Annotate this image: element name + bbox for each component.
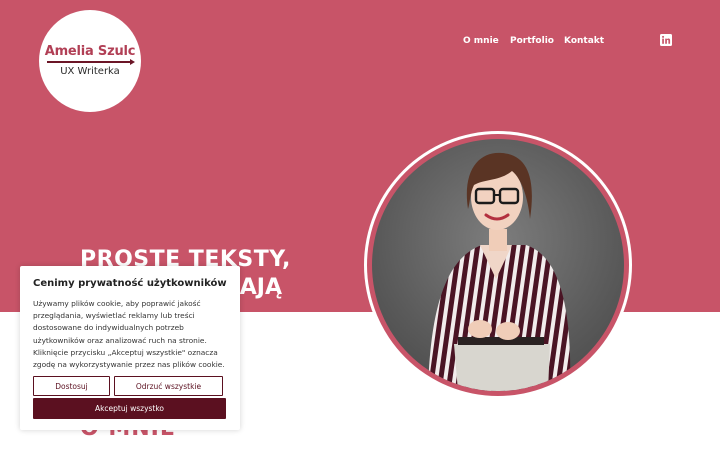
- cookie-banner-title: Cenimy prywatność użytkowników: [33, 278, 227, 289]
- cookie-consent-banner: Cenimy prywatność użytkowników Używamy p…: [20, 266, 240, 430]
- site-logo[interactable]: Amelia Szulc UX Writerka: [39, 10, 141, 112]
- logo-underline: [47, 58, 135, 65]
- cookie-text-line: dostosowane do indywidualnych potrzeb: [33, 323, 184, 333]
- reject-all-cookies-button[interactable]: Odrzuć wszystkie: [114, 376, 223, 396]
- person-portrait-illustration: [428, 152, 571, 391]
- cookie-banner-text: Używamy plików cookie, aby poprawić jako…: [33, 298, 227, 371]
- linkedin-icon[interactable]: [660, 34, 672, 46]
- nav-link-o-mnie[interactable]: O mnie: [463, 35, 499, 47]
- nav-link-portfolio[interactable]: Portfolio: [510, 35, 554, 47]
- logo-role: UX Writerka: [60, 65, 120, 77]
- cookie-text-line: użytkowników oraz analizować ruch na str…: [33, 335, 207, 345]
- main-nav: O mnie Portfolio Kontakt: [0, 35, 720, 49]
- cookie-text-line: zgodę na wykorzystywanie przez nas plikó…: [33, 360, 225, 370]
- profile-photo: [372, 139, 624, 391]
- cookie-text-line: Używamy plików cookie, aby poprawić jako…: [33, 299, 201, 308]
- nav-link-kontakt[interactable]: Kontakt: [564, 35, 604, 47]
- cookie-text-line: przeglądania, wyświetlać reklamy lub tre…: [33, 311, 195, 321]
- customize-cookies-button[interactable]: Dostosuj: [33, 376, 110, 396]
- accept-all-cookies-button[interactable]: Akceptuj wszystko: [33, 398, 226, 419]
- cookie-text-line: Kliknięcie przycisku „Akceptuj wszystkie…: [33, 347, 218, 357]
